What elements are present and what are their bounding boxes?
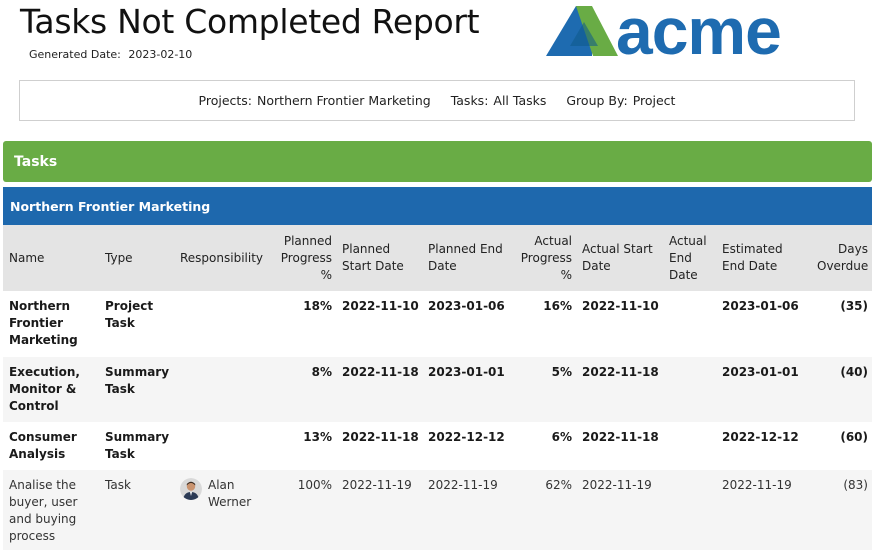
filter-tasks: Tasks: All Tasks <box>451 93 547 108</box>
filter-group-value: Project <box>632 93 676 108</box>
cell-actual-progress: 62% <box>508 470 576 550</box>
filter-summary: Projects: Northern Frontier Marketing Tas… <box>19 80 855 121</box>
cell-actual-progress: 5% <box>508 357 576 422</box>
cell-planned-progress: 18% <box>303 299 332 313</box>
cell-responsibility <box>174 422 273 470</box>
cell-responsibility <box>174 357 273 422</box>
cell-actual-start: 2022-11-10 <box>582 299 659 313</box>
cell-estimated-end: 2023-01-01 <box>716 357 811 422</box>
cell-planned-start: 2022-11-19 <box>336 470 422 550</box>
cell-estimated-end: 2022-11-19 <box>716 470 811 550</box>
cell-planned-end: 2022-12-12 <box>428 430 505 444</box>
cell-actual-end <box>663 291 716 357</box>
cell-planned-progress: 13% <box>303 430 332 444</box>
cell-estimated-end: 2023-01-06 <box>722 299 799 313</box>
table-row: Northern Frontier Marketing Project Task… <box>3 291 872 357</box>
cell-actual-progress: 6% <box>551 430 572 444</box>
cell-actual-start: 2022-11-19 <box>576 470 663 550</box>
col-header-name: Name <box>3 225 99 291</box>
col-header-planned-end: Planned End Date <box>422 225 508 291</box>
table-row: Analise the buyer, user and buying proce… <box>3 470 872 550</box>
filter-group-by: Group By: Project <box>566 93 675 108</box>
cell-type: Task <box>99 470 174 550</box>
cell-actual-end <box>663 470 716 550</box>
filter-projects: Projects: Northern Frontier Marketing <box>199 93 431 108</box>
col-header-type: Type <box>99 225 174 291</box>
logo-text: acme <box>616 4 781 58</box>
col-header-responsibility: Responsibility <box>174 225 273 291</box>
cell-actual-end <box>663 357 716 422</box>
cell-type: Summary Task <box>99 357 174 422</box>
cell-planned-start: 2022-11-18 <box>342 430 419 444</box>
cell-planned-progress: 8% <box>273 357 336 422</box>
cell-type: Project Task <box>105 299 154 330</box>
cell-actual-progress: 16% <box>543 299 572 313</box>
cell-name: Consumer Analysis <box>9 430 77 461</box>
responsible-person: Alan Werner <box>208 478 252 509</box>
table-header-row: Name Type Responsibility Planned Progres… <box>3 225 872 291</box>
cell-type: Summary Task <box>105 430 170 461</box>
tasks-table: Name Type Responsibility Planned Progres… <box>3 225 872 550</box>
avatar <box>180 478 202 500</box>
cell-planned-end: 2023-01-06 <box>428 299 505 313</box>
col-header-days-overdue: Days Overdue <box>811 225 872 291</box>
col-header-actual-progress: Actual Progress % <box>508 225 576 291</box>
cell-actual-start: 2022-11-18 <box>582 430 659 444</box>
project-group-header: Northern Frontier Marketing <box>3 187 872 225</box>
filter-projects-value: Northern Frontier Marketing <box>257 93 431 108</box>
table-row: Execution, Monitor & Control Summary Tas… <box>3 357 872 422</box>
cell-planned-end: 2022-11-19 <box>422 470 508 550</box>
cell-actual-start: 2022-11-18 <box>576 357 663 422</box>
col-header-actual-start: Actual Start Date <box>576 225 663 291</box>
cell-planned-start: 2022-11-18 <box>336 357 422 422</box>
col-header-planned-start: Planned Start Date <box>336 225 422 291</box>
filter-group-label: Group By: <box>566 93 628 108</box>
cell-days-overdue: (60) <box>840 430 868 444</box>
col-header-actual-end: Actual End Date <box>663 225 716 291</box>
cell-responsibility <box>174 291 273 357</box>
cell-planned-end: 2023-01-01 <box>422 357 508 422</box>
cell-responsibility: Alan Werner <box>174 470 273 550</box>
cell-days-overdue: (35) <box>840 299 868 313</box>
tasks-section-header: Tasks <box>3 141 872 182</box>
filter-tasks-value: All Tasks <box>493 93 547 108</box>
cell-name: Execution, Monitor & Control <box>3 357 99 422</box>
cell-name: Analise the buyer, user and buying proce… <box>3 470 99 550</box>
col-header-estimated-end: Estimated End Date <box>716 225 811 291</box>
cell-days-overdue: (83) <box>811 470 872 550</box>
table-row: Consumer Analysis Summary Task 13% 2022-… <box>3 422 872 470</box>
cell-days-overdue: (40) <box>811 357 872 422</box>
cell-planned-start: 2022-11-10 <box>342 299 419 313</box>
cell-actual-end <box>663 422 716 470</box>
filter-projects-label: Projects: <box>198 93 253 108</box>
generated-date: Generated Date: 2023-02-10 <box>29 48 192 61</box>
acme-logo: acme <box>546 4 782 58</box>
cell-estimated-end: 2022-12-12 <box>722 430 799 444</box>
generated-date-value: 2023-02-10 <box>128 48 193 61</box>
filter-tasks-label: Tasks: <box>450 93 489 108</box>
cell-planned-progress: 100% <box>273 470 336 550</box>
col-header-planned-progress: Planned Progress % <box>273 225 336 291</box>
cell-name: Northern Frontier Marketing <box>9 299 78 347</box>
generated-date-label: Generated Date: <box>29 48 121 61</box>
report-title: Tasks Not Completed Report <box>20 2 480 41</box>
